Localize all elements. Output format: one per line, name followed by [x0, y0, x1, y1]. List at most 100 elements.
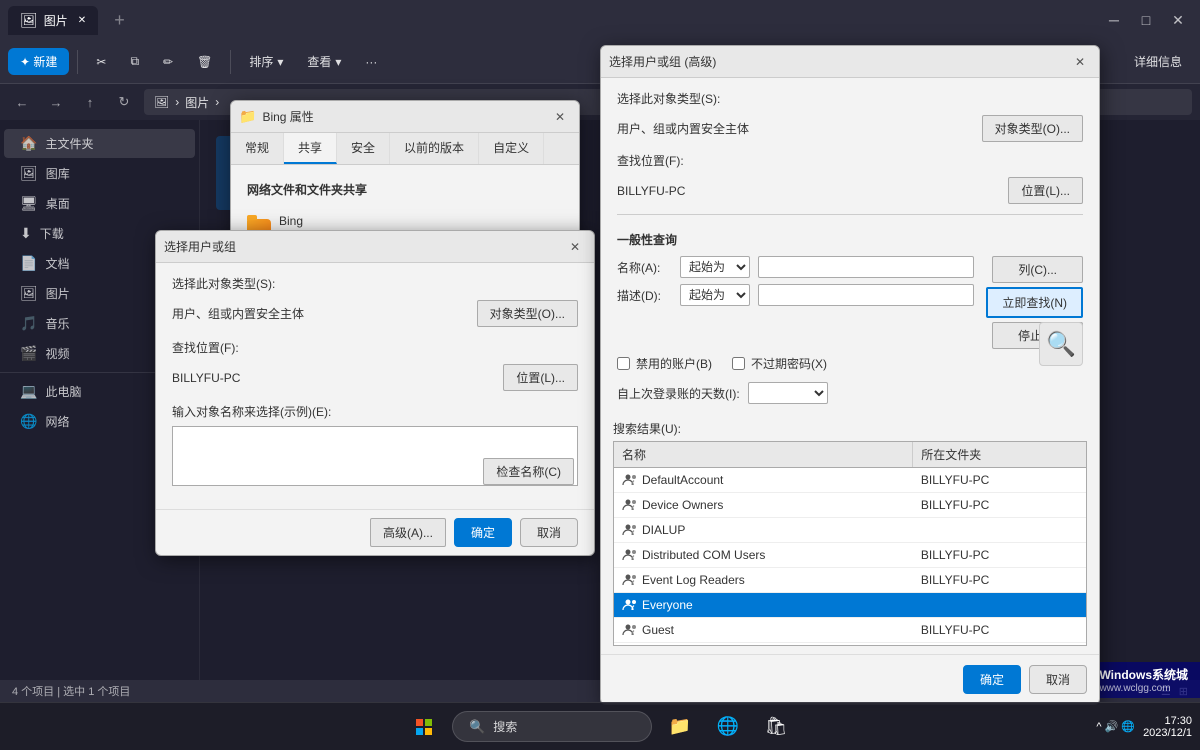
taskbar-center: 🔍 搜索 📁 🌐 🛍 — [404, 707, 796, 747]
forward-btn[interactable]: → — [42, 88, 70, 116]
location-btn[interactable]: 位置(L)... — [503, 364, 578, 391]
result-name-7: Guests — [614, 643, 913, 646]
result-row-0[interactable]: DefaultAccount BILLYFU-PC — [614, 468, 1086, 493]
result-folder-0: BILLYFU-PC — [913, 469, 1086, 491]
title-bar: 🖼 图片 ✕ + ─ □ ✕ — [0, 0, 1200, 40]
sys-tray: ^ 🔊 🌐 17:30 2023/12/1 — [1096, 715, 1192, 739]
refresh-btn[interactable]: ↻ — [110, 88, 138, 116]
sidebar-item-home[interactable]: 🏠 主文件夹 — [4, 129, 195, 158]
bing-dialog-title: Bing 属性 — [262, 108, 549, 125]
sort-button[interactable]: 排序 ▾ — [239, 48, 293, 75]
close-btn[interactable]: ✕ — [1164, 6, 1192, 34]
check-name-btn[interactable]: 检查名称(C) — [483, 458, 574, 485]
view-button[interactable]: 查看 ▾ — [297, 48, 351, 75]
result-folder-5 — [913, 601, 1086, 609]
result-row-4[interactable]: Event Log Readers BILLYFU-PC — [614, 568, 1086, 593]
adv-obj-type-label-row: 选择此对象类型(S): — [617, 90, 1083, 107]
result-name-1: Device Owners — [614, 493, 913, 517]
location-label: 查找位置(F): — [172, 339, 252, 356]
tab-close[interactable]: ✕ — [78, 15, 86, 26]
new-tab-btn[interactable]: + — [106, 10, 133, 31]
more-button[interactable]: ··· — [355, 50, 387, 74]
explorer-tab[interactable]: 🖼 图片 ✕ — [8, 6, 98, 35]
music-icon: 🎵 — [20, 315, 37, 332]
sidebar-label-desktop: 桌面 — [46, 195, 70, 212]
taskbar-search-text: 搜索 — [493, 718, 517, 735]
user-group-icon-2 — [622, 522, 638, 538]
tab-security[interactable]: 安全 — [337, 133, 390, 164]
cut-button[interactable]: ✂ — [86, 50, 116, 74]
results-header: 名称 所在文件夹 — [614, 442, 1086, 468]
network-icon: 🌐 — [20, 413, 37, 430]
result-row-7[interactable]: Guests BILLYFU-PC — [614, 643, 1086, 646]
documents-icon: 📄 — [20, 255, 37, 272]
rename-button[interactable]: ✏ — [153, 50, 183, 74]
sidebar-label-gallery: 图库 — [46, 165, 70, 182]
general-query-title: 一般性查询 — [617, 231, 1083, 248]
detail-button[interactable]: 详细信息 — [1124, 48, 1192, 75]
no-expire-pwd-check[interactable] — [732, 357, 745, 370]
address-path: › — [175, 95, 179, 109]
list-col-btn[interactable]: 列(C)... — [992, 256, 1083, 283]
sidebar-item-gallery[interactable]: 🖼 图库 — [4, 159, 195, 188]
name-condition-select[interactable]: 起始为 — [680, 256, 750, 278]
query-controls: 名称(A): 起始为 描述(D): 起始为 — [617, 256, 1083, 349]
tab-general[interactable]: 常规 — [231, 133, 284, 164]
sidebar-label-home: 主文件夹 — [45, 135, 93, 152]
adv-location-btn[interactable]: 位置(L)... — [1008, 177, 1083, 204]
desc-input[interactable] — [758, 284, 974, 306]
taskbar-right: ^ 🔊 🌐 17:30 2023/12/1 — [1096, 715, 1200, 739]
minimize-btn[interactable]: ─ — [1100, 6, 1128, 34]
advanced-btn[interactable]: 高级(A)... — [370, 518, 446, 547]
result-name-2: DIALUP — [614, 518, 913, 542]
home-icon: 🏠 — [20, 135, 37, 152]
days-select[interactable] — [748, 382, 828, 404]
delete-button[interactable]: 🗑 — [187, 50, 222, 74]
tab-share[interactable]: 共享 — [284, 133, 337, 164]
no-expire-pwd-label: 不过期密码(X) — [751, 355, 827, 372]
adv-obj-type-btn[interactable]: 对象类型(O)... — [982, 115, 1083, 142]
adv-dialog-footer: 确定 取消 — [601, 654, 1099, 704]
result-row-6[interactable]: Guest BILLYFU-PC — [614, 618, 1086, 643]
clock[interactable]: 17:30 2023/12/1 — [1143, 715, 1192, 739]
sidebar-label-video: 视频 — [45, 345, 69, 362]
result-name-0: DefaultAccount — [614, 468, 913, 492]
new-button[interactable]: ✦ 新建 — [8, 48, 69, 75]
object-type-btn[interactable]: 对象类型(O)... — [477, 300, 578, 327]
result-row-3[interactable]: Distributed COM Users BILLYFU-PC — [614, 543, 1086, 568]
share-folder-name: Bing — [279, 214, 312, 228]
back-btn[interactable]: ← — [8, 88, 36, 116]
result-row-5[interactable]: Everyone — [614, 593, 1086, 618]
tab-prev-versions[interactable]: 以前的版本 — [390, 133, 479, 164]
watermark-url: www.wclgg.com — [1099, 683, 1188, 694]
taskbar-app-explorer[interactable]: 📁 — [660, 707, 700, 747]
sidebar-item-desktop[interactable]: 🖥 桌面 — [4, 189, 195, 218]
copy-button[interactable]: ⧉ — [120, 49, 149, 74]
bing-dialog-close[interactable]: ✕ — [549, 106, 571, 128]
search-decor-icon: 🔍 — [1039, 322, 1083, 366]
taskbar: 🔍 搜索 📁 🌐 🛍 ^ 🔊 🌐 17:30 2023/12/1 — [0, 702, 1200, 750]
desc-condition-select[interactable]: 起始为 — [680, 284, 750, 306]
name-input[interactable] — [758, 256, 974, 278]
taskbar-app-edge[interactable]: 🌐 — [708, 707, 748, 747]
select-cancel-btn[interactable]: 取消 — [520, 518, 578, 547]
select-user-close[interactable]: ✕ — [564, 236, 586, 258]
up-btn[interactable]: ↑ — [76, 88, 104, 116]
start-btn[interactable] — [404, 707, 444, 747]
disabled-accounts-check[interactable] — [617, 357, 630, 370]
tab-custom[interactable]: 自定义 — [479, 133, 544, 164]
adv-ok-btn[interactable]: 确定 — [963, 665, 1021, 694]
taskbar-app-store[interactable]: 🛍 — [756, 707, 796, 747]
select-ok-btn[interactable]: 确定 — [454, 518, 512, 547]
advanced-close-btn[interactable]: ✕ — [1069, 51, 1091, 73]
find-now-btn[interactable]: 立即查找(N) — [986, 287, 1083, 318]
user-group-icon-6 — [622, 622, 638, 638]
no-expire-pwd-row: 不过期密码(X) — [732, 355, 827, 372]
tab-label: 图片 — [44, 12, 68, 29]
adv-cancel-btn[interactable]: 取消 — [1029, 665, 1087, 694]
taskbar-search[interactable]: 🔍 搜索 — [452, 711, 652, 742]
result-row-2[interactable]: DIALUP — [614, 518, 1086, 543]
result-name-4: Event Log Readers — [614, 568, 913, 592]
result-row-1[interactable]: Device Owners BILLYFU-PC — [614, 493, 1086, 518]
maximize-btn[interactable]: □ — [1132, 6, 1160, 34]
